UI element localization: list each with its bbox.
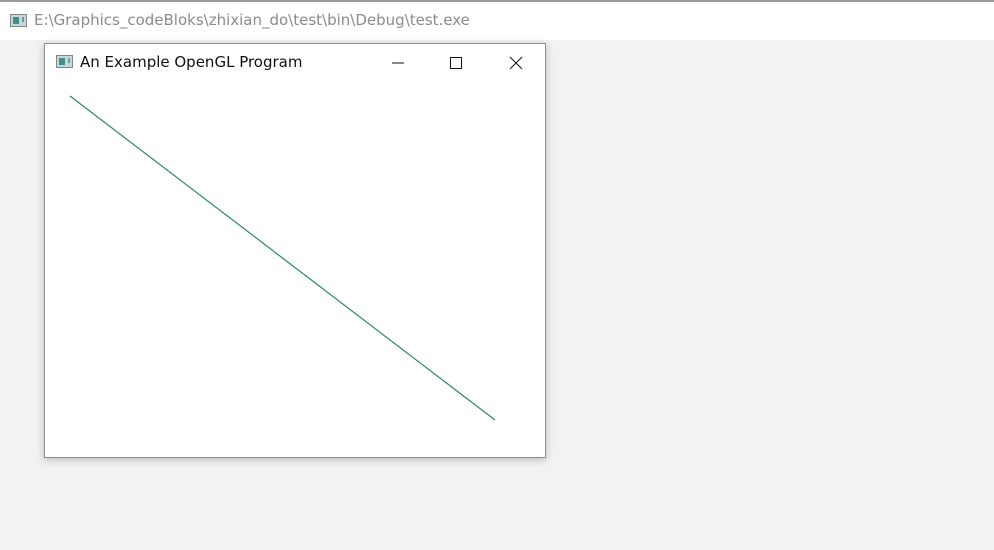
drawn-line [69, 95, 496, 421]
minimize-button[interactable] [369, 44, 427, 82]
opengl-titlebar[interactable]: An Example OpenGL Program [45, 44, 545, 82]
minimize-icon [392, 62, 404, 64]
opengl-window-title: An Example OpenGL Program [80, 53, 303, 71]
close-icon [509, 56, 523, 70]
close-button[interactable] [487, 44, 545, 82]
opengl-window: An Example OpenGL Program [44, 43, 546, 458]
application-icon [10, 14, 27, 27]
opengl-canvas[interactable] [45, 82, 545, 457]
console-titlebar[interactable]: E:\Graphics_codeBloks\zhixian_do\test\bi… [0, 2, 994, 40]
maximize-icon [450, 57, 462, 69]
application-icon [56, 55, 73, 68]
maximize-button[interactable] [427, 44, 485, 82]
opengl-drawing [69, 95, 496, 421]
console-window-title: E:\Graphics_codeBloks\zhixian_do\test\bi… [34, 11, 470, 29]
